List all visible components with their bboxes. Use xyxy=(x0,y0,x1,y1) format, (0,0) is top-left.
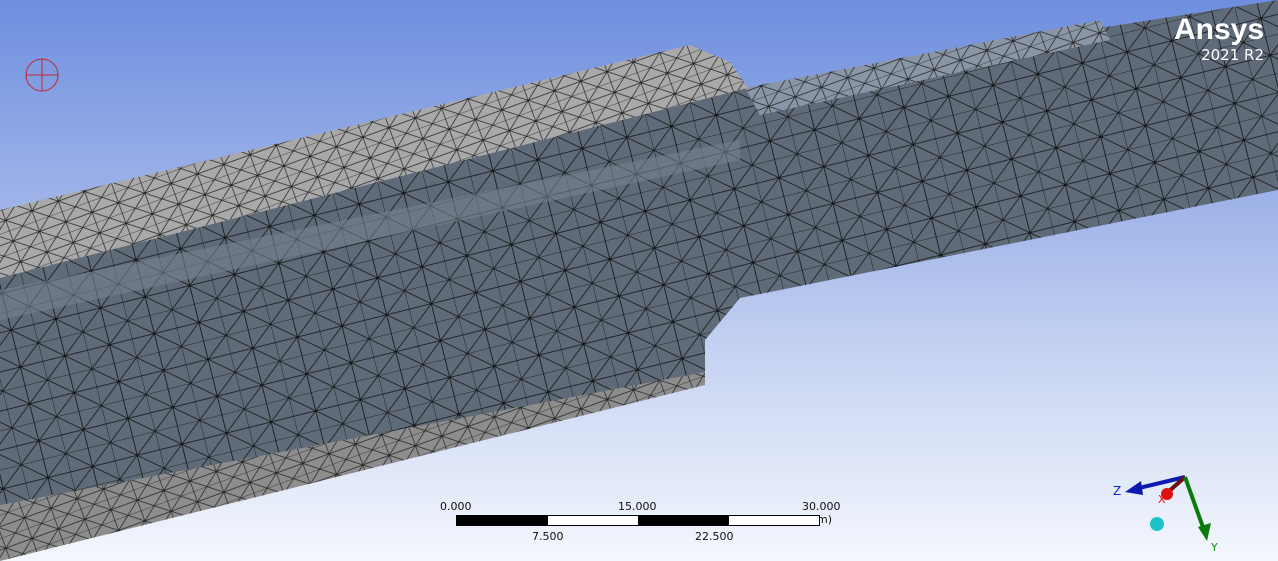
axis-triad[interactable]: Z X Y xyxy=(1105,465,1235,560)
scale-label-22-5: 22.500 xyxy=(695,530,734,543)
graphics-viewport[interactable] xyxy=(0,0,1278,561)
scale-label-15: 15.000 xyxy=(618,500,657,513)
ansys-logo: Ansys 2021 R2 xyxy=(1173,13,1264,65)
triad-x-label: X xyxy=(1158,493,1166,506)
scale-bar: 0.000 15.000 30.000 (mm) 7.500 22.500 xyxy=(440,500,870,545)
triad-y-label: Y xyxy=(1210,541,1218,554)
triad-z-label: Z xyxy=(1113,484,1121,498)
rotation-center-icon xyxy=(25,58,59,92)
scale-bar-graphic xyxy=(456,515,820,526)
scale-label-0: 0.000 xyxy=(440,500,472,513)
logo-brand: Ansys xyxy=(1173,13,1264,46)
isometric-view-ball-icon[interactable] xyxy=(1150,517,1164,531)
logo-version: 2021 R2 xyxy=(1201,46,1264,64)
scale-label-7-5: 7.500 xyxy=(532,530,564,543)
mesh-model xyxy=(0,0,1278,561)
